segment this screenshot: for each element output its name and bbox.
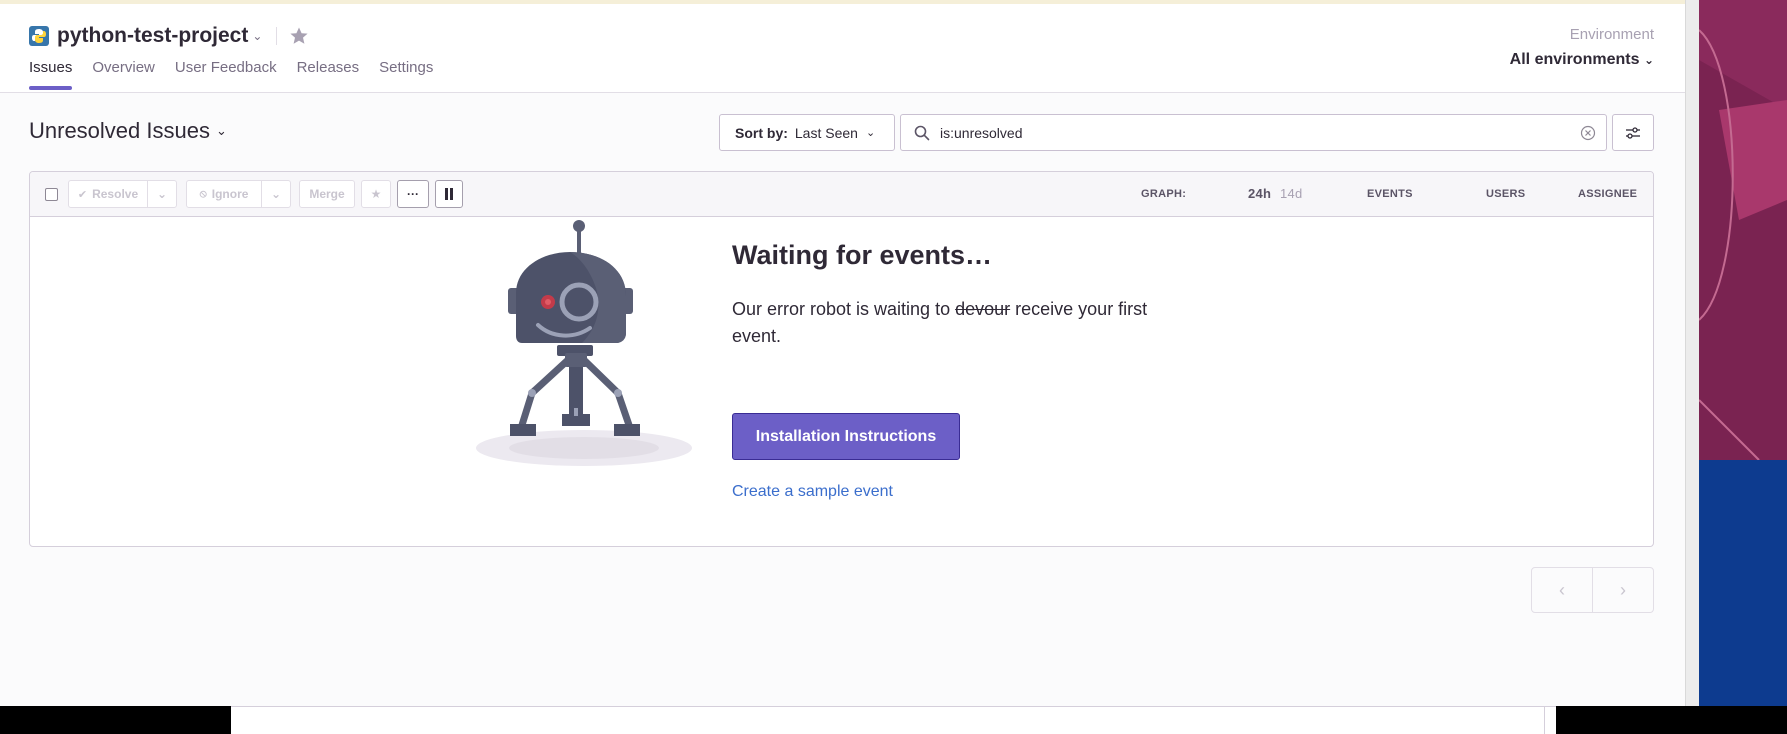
- chevron-down-icon: ⌄: [215, 123, 227, 138]
- chevron-down-icon: ⌄: [252, 29, 263, 43]
- previous-page-button[interactable]: ‹: [1532, 568, 1593, 612]
- chevron-down-icon: ⌄: [270, 187, 282, 201]
- background-window-edge: [231, 706, 1556, 734]
- pagination: ‹ ›: [1531, 567, 1654, 613]
- graph-label: GRAPH:: [1141, 188, 1187, 200]
- project-selector[interactable]: python-test-project ⌄: [29, 24, 309, 48]
- issues-panel: ✔ Resolve ⌄ ⦸ Ignore ⌄ Merge ★ ··· GRAPH…: [29, 171, 1654, 547]
- project-nav-tabs: Issues Overview User Feedback Releases S…: [29, 59, 453, 90]
- environment-selector: Environment All environments ⌄: [1510, 26, 1654, 69]
- tab-issues[interactable]: Issues: [29, 59, 73, 90]
- resolve-button[interactable]: ✔ Resolve: [68, 180, 148, 208]
- search-filters-button[interactable]: [1612, 114, 1654, 151]
- pause-realtime-button[interactable]: [435, 180, 463, 208]
- ignore-label: Ignore: [211, 187, 249, 201]
- chevron-left-icon: ‹: [1559, 579, 1565, 600]
- desktop-wallpaper: [1699, 0, 1787, 734]
- resolve-options-button[interactable]: ⌄: [147, 180, 177, 208]
- issues-toolbar: ✔ Resolve ⌄ ⦸ Ignore ⌄ Merge ★ ··· GRAPH…: [30, 172, 1653, 217]
- ellipsis-icon: ···: [407, 187, 419, 201]
- chevron-right-icon: ›: [1620, 579, 1626, 600]
- clear-search-icon[interactable]: [1580, 125, 1596, 141]
- pause-icon: [445, 188, 453, 200]
- installation-instructions-button[interactable]: Installation Instructions: [732, 413, 960, 460]
- checkmark-icon: ✔: [77, 188, 88, 201]
- next-page-button[interactable]: ›: [1593, 568, 1653, 612]
- create-sample-event-link[interactable]: Create a sample event: [732, 483, 893, 501]
- sort-value: Last Seen: [794, 124, 858, 141]
- project-header: python-test-project ⌄ Issues Overview Us…: [0, 4, 1685, 93]
- ignore-button[interactable]: ⦸ Ignore: [186, 180, 262, 208]
- graph-24h-toggle[interactable]: 24h: [1248, 186, 1271, 201]
- page-scrollbar[interactable]: [1685, 0, 1699, 706]
- select-all-checkbox[interactable]: [45, 188, 58, 201]
- desc-struck-word: devour: [955, 299, 1011, 319]
- project-name: python-test-project: [57, 24, 249, 47]
- python-logo-icon: [29, 26, 49, 46]
- bookmark-button[interactable]: ★: [361, 180, 391, 208]
- divider: [276, 27, 278, 45]
- merge-label: Merge: [309, 187, 345, 201]
- chevron-down-icon: ⌄: [1643, 53, 1654, 67]
- tab-settings[interactable]: Settings: [379, 59, 433, 90]
- events-column-header: EVENTS: [1367, 188, 1413, 200]
- empty-state-title: Waiting for events…: [732, 240, 993, 270]
- sort-label: Sort by:: [735, 124, 788, 141]
- empty-state-description: Our error robot is waiting to devour rec…: [732, 296, 1182, 350]
- environment-value: All environments: [1509, 51, 1640, 68]
- ignore-options-button[interactable]: ⌄: [261, 180, 291, 208]
- search-icon: [914, 125, 930, 140]
- tab-user-feedback[interactable]: User Feedback: [175, 59, 277, 90]
- assignee-column-header: ASSIGNEE: [1578, 188, 1638, 200]
- tab-releases[interactable]: Releases: [297, 59, 360, 90]
- bookmark-star-icon[interactable]: [289, 26, 309, 46]
- search-input[interactable]: [940, 124, 1560, 141]
- environment-label: Environment: [1569, 26, 1654, 43]
- graph-14d-toggle[interactable]: 14d: [1280, 186, 1303, 201]
- page-title: Unresolved Issues: [29, 118, 210, 143]
- merge-button[interactable]: Merge: [299, 180, 355, 208]
- waiting-robot-illustration: [476, 220, 692, 466]
- issue-search-bar: [900, 114, 1607, 151]
- ignore-icon: ⦸: [199, 187, 207, 200]
- tab-overview[interactable]: Overview: [92, 59, 155, 90]
- chevron-down-icon: ⌄: [865, 127, 876, 139]
- sentry-app: python-test-project ⌄ Issues Overview Us…: [0, 0, 1685, 706]
- chevron-down-icon: ⌄: [156, 187, 168, 201]
- resolve-label: Resolve: [92, 187, 139, 201]
- users-column-header: USERS: [1486, 188, 1526, 200]
- more-actions-button[interactable]: ···: [397, 180, 429, 208]
- desc-text-1: Our error robot is waiting to: [732, 299, 956, 319]
- environment-dropdown[interactable]: All environments ⌄: [1510, 51, 1654, 69]
- issues-view-selector[interactable]: Unresolved Issues ⌄: [29, 118, 227, 144]
- sort-dropdown[interactable]: Sort by: Last Seen ⌄: [719, 114, 895, 151]
- sliders-icon: [1626, 126, 1640, 139]
- star-icon: ★: [370, 187, 382, 201]
